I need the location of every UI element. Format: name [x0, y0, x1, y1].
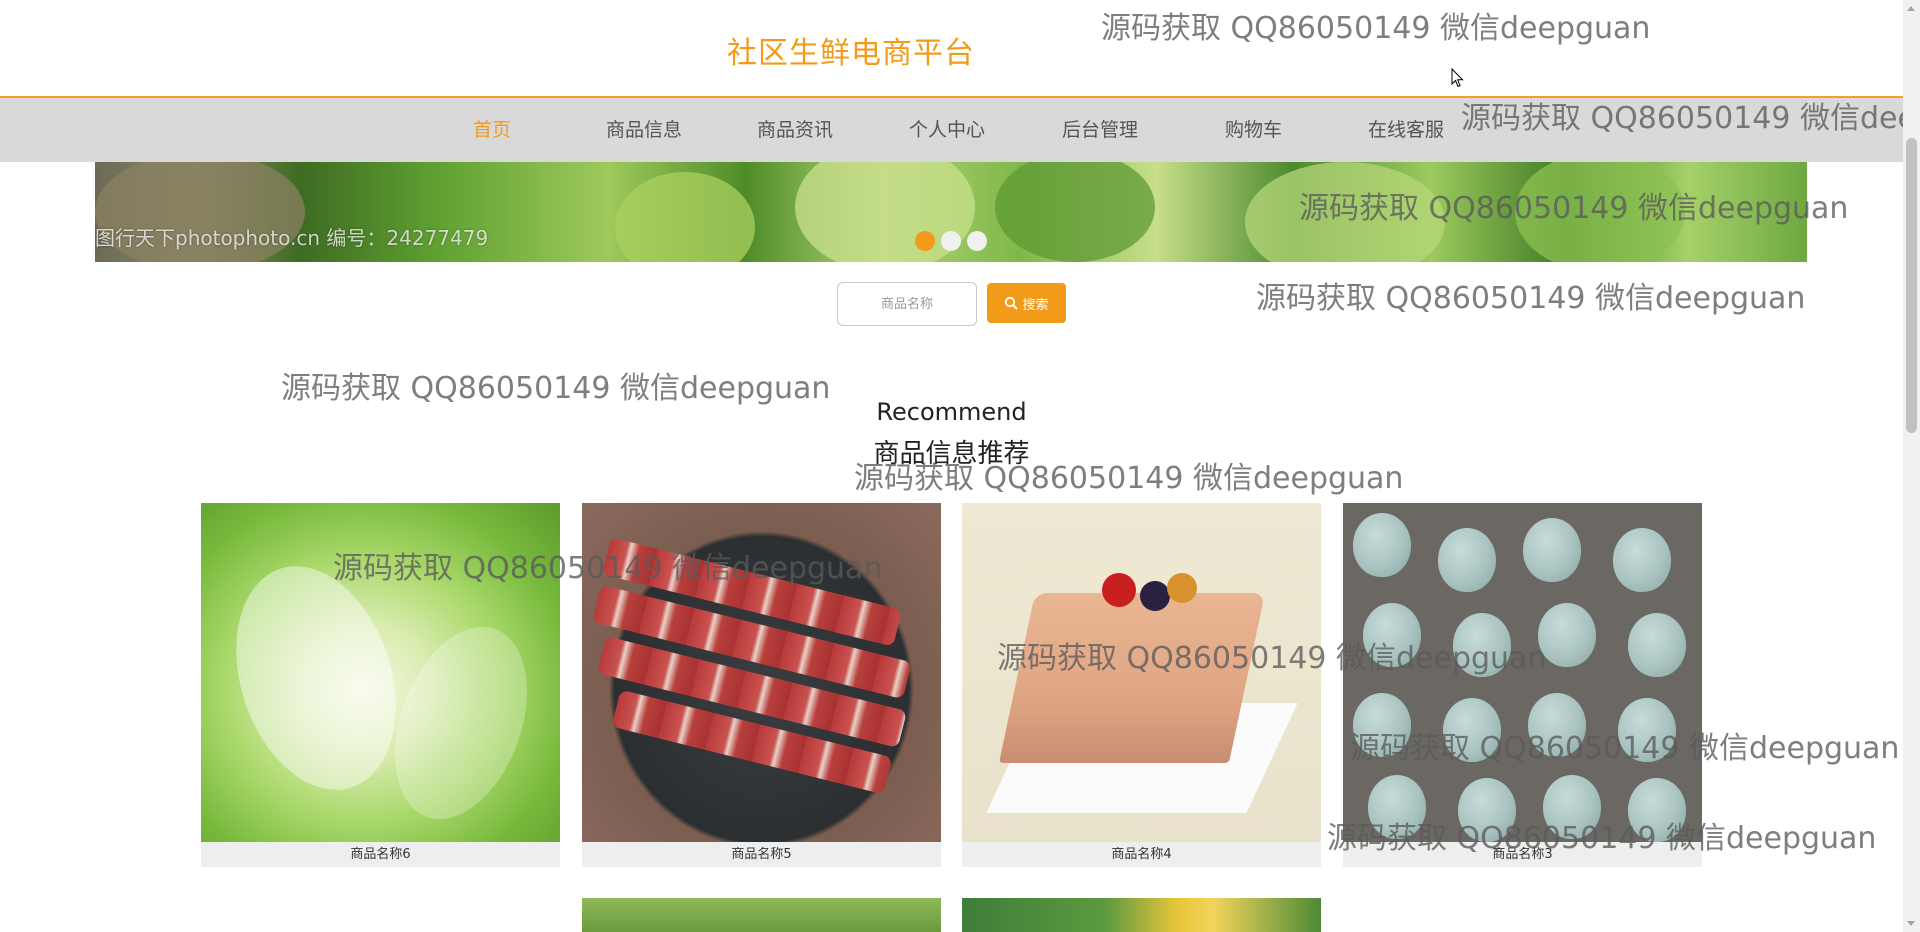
product-card[interactable]: 商品名称4 — [962, 503, 1321, 867]
product-card[interactable]: 商品名称6 — [201, 503, 560, 867]
section-title-en: Recommend — [876, 398, 1027, 426]
scrollbar-thumb[interactable] — [1906, 138, 1917, 433]
search-input[interactable] — [837, 282, 977, 326]
site-title: 社区生鲜电商平台 — [727, 36, 975, 71]
image-detail — [1543, 775, 1601, 839]
image-detail — [1458, 778, 1516, 842]
main-nav: 首页 商品信息 商品资讯 个人中心 后台管理 购物车 在线客服 — [0, 98, 1903, 162]
nav-item-admin[interactable]: 后台管理 — [1062, 98, 1138, 162]
image-detail — [1453, 613, 1511, 677]
product-name[interactable]: 商品名称3 — [1343, 842, 1702, 867]
product-image-meat[interactable] — [582, 503, 941, 842]
scroll-up-icon[interactable] — [1907, 6, 1915, 11]
image-detail — [1528, 693, 1586, 757]
header: 社区生鲜电商平台 — [0, 0, 1903, 98]
image-detail — [1613, 528, 1671, 592]
banner-veg-shape — [615, 172, 755, 262]
product-card[interactable]: 商品名称3 — [1343, 503, 1702, 867]
nav-item-support[interactable]: 在线客服 — [1368, 98, 1444, 162]
image-detail — [1538, 603, 1596, 667]
image-detail — [1167, 573, 1197, 603]
search-icon — [1004, 296, 1019, 310]
section-title-cn: 商品信息推荐 — [873, 439, 1030, 469]
banner-veg-shape — [1245, 162, 1445, 262]
nav-item-home[interactable]: 首页 — [473, 98, 511, 162]
product-image-cabbage[interactable] — [201, 503, 560, 842]
product-name[interactable]: 商品名称4 — [962, 842, 1321, 867]
product-card[interactable] — [962, 898, 1321, 932]
image-detail — [1353, 513, 1411, 577]
banner-veg-shape — [1515, 162, 1685, 262]
nav-item-cart[interactable]: 购物车 — [1225, 98, 1282, 162]
banner-credit: 图行天下photophoto.cn 编号：24277479 — [95, 226, 489, 250]
image-detail — [1353, 693, 1411, 757]
product-card[interactable]: 商品名称5 — [582, 503, 941, 867]
image-detail — [370, 608, 552, 838]
image-detail — [1628, 778, 1686, 842]
product-name[interactable]: 商品名称5 — [582, 842, 941, 867]
carousel-dot-3[interactable] — [967, 231, 987, 251]
carousel-dot-1[interactable] — [915, 231, 935, 251]
image-detail — [1438, 528, 1496, 592]
nav-item-products[interactable]: 商品信息 — [606, 98, 682, 162]
banner-carousel[interactable]: 图行天下photophoto.cn 编号：24277479 — [95, 162, 1807, 262]
image-detail — [1140, 581, 1170, 611]
product-image-cake[interactable] — [962, 503, 1321, 842]
image-detail — [1102, 573, 1136, 607]
product-image-eggs[interactable] — [1343, 503, 1702, 842]
image-detail — [1628, 613, 1686, 677]
image-detail — [1363, 603, 1421, 667]
product-card[interactable] — [582, 898, 941, 932]
watermark: 源码获取 QQ86050149 微信deepguan — [1256, 281, 1806, 316]
image-detail — [1368, 775, 1426, 839]
image-detail — [998, 593, 1266, 763]
nav-item-news[interactable]: 商品资讯 — [757, 98, 833, 162]
image-detail — [1618, 698, 1676, 762]
product-image-corn[interactable] — [962, 898, 1321, 932]
product-name[interactable]: 商品名称6 — [201, 842, 560, 867]
image-detail — [1443, 698, 1501, 762]
image-detail — [209, 545, 423, 811]
scroll-down-icon[interactable] — [1907, 921, 1915, 926]
banner-veg-shape — [995, 162, 1155, 262]
carousel-dot-2[interactable] — [941, 231, 961, 251]
page: 社区生鲜电商平台 首页 商品信息 商品资讯 个人中心 后台管理 购物车 在线客服… — [0, 0, 1920, 932]
page-scrollbar[interactable] — [1903, 0, 1920, 932]
product-image-leafy-greens[interactable] — [582, 898, 941, 932]
search-button-label: 搜索 — [1022, 297, 1049, 313]
carousel-dots — [915, 231, 987, 251]
search-button[interactable]: 搜索 — [987, 283, 1066, 323]
mouse-cursor-icon — [1451, 67, 1465, 92]
nav-item-profile[interactable]: 个人中心 — [909, 98, 985, 162]
image-detail — [1523, 518, 1581, 582]
